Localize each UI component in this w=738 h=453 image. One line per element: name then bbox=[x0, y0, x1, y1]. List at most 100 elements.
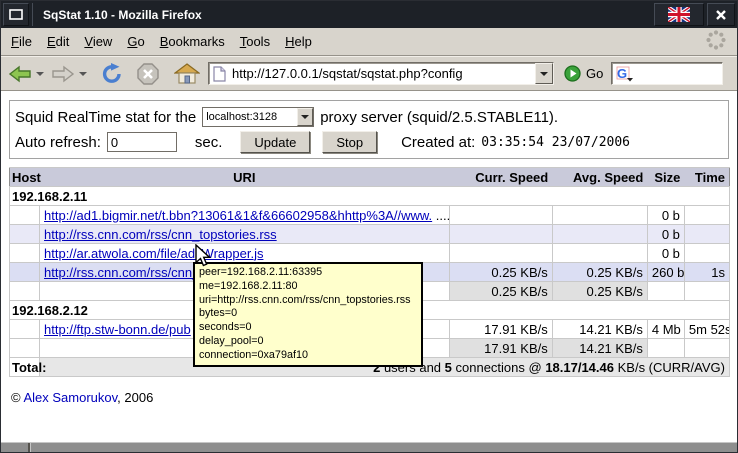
window-title: SqStat 1.10 - Mozilla Firefox bbox=[32, 3, 654, 26]
sec-label: sec. bbox=[195, 134, 223, 151]
total-speed: 18.17/14.46 bbox=[545, 360, 614, 375]
proxy-title-suffix: proxy server (squid/2.5.STABLE11). bbox=[320, 109, 558, 126]
url-dropdown-button[interactable] bbox=[535, 63, 553, 84]
menu-bar: File Edit View Go Bookmarks Tools Help bbox=[1, 28, 737, 56]
curr-speed-cell: 0.25 KB/s bbox=[449, 263, 552, 282]
window-menu-button[interactable] bbox=[3, 3, 29, 26]
search-input[interactable]: G bbox=[611, 62, 723, 85]
copyright-prefix: © bbox=[11, 390, 23, 405]
column-header-uri: URI bbox=[40, 168, 450, 187]
uri-cell: http://rss.cnn.com/rss/cnn_topstories.rs… bbox=[40, 225, 450, 244]
indent-cell bbox=[10, 339, 40, 358]
menu-edit[interactable]: Edit bbox=[47, 34, 69, 49]
copyright-suffix: , 2006 bbox=[117, 390, 153, 405]
time-cell bbox=[684, 339, 729, 358]
update-button[interactable]: Update bbox=[240, 131, 310, 153]
proxy-select-value: localhost:3128 bbox=[203, 111, 297, 123]
avg-speed-cell: 0.25 KB/s bbox=[552, 263, 647, 282]
time-cell: 5m 52s bbox=[684, 320, 729, 339]
tooltip-line: peer=192.168.2.11:63395 bbox=[199, 266, 417, 280]
close-window-button[interactable] bbox=[707, 3, 735, 26]
menu-tools[interactable]: Tools bbox=[240, 34, 270, 49]
reload-icon bbox=[100, 62, 124, 86]
uri-cell: http://ad1.bigmir.net/t.bbn?13061&1&f&66… bbox=[40, 206, 450, 225]
back-history-dropdown[interactable] bbox=[36, 72, 44, 76]
navigation-toolbar: Go G bbox=[1, 56, 737, 91]
window-icon bbox=[9, 9, 23, 20]
uri-link[interactable]: http://rss.cnn.com/rss/cnn_topstories.rs… bbox=[44, 227, 277, 242]
uk-flag-icon bbox=[668, 7, 690, 22]
subtotal-avg-speed: 14.21 KB/s bbox=[552, 339, 647, 358]
indent-cell bbox=[10, 320, 40, 339]
page-footer: © Alex Samorukov, 2006 bbox=[11, 390, 737, 405]
column-header-time: Time bbox=[684, 168, 729, 187]
go-button[interactable]: Go bbox=[564, 65, 603, 82]
total-text: KB/s (CURR/AVG) bbox=[614, 360, 725, 375]
uri-link[interactable]: http://ar.atwola.com/file/adsWrapper.js bbox=[44, 246, 263, 261]
time-cell bbox=[684, 282, 729, 301]
tooltip-line: delay_pool=0 bbox=[199, 335, 417, 349]
menu-file[interactable]: File bbox=[11, 34, 32, 49]
page-icon bbox=[212, 66, 227, 82]
home-button[interactable] bbox=[172, 60, 202, 88]
uri-link[interactable]: http://ftp.stw-bonn.de/pub bbox=[44, 322, 191, 337]
stop-button[interactable] bbox=[134, 60, 162, 88]
home-icon bbox=[174, 62, 200, 86]
proxy-select[interactable]: localhost:3128 bbox=[202, 107, 314, 127]
menu-help[interactable]: Help bbox=[285, 34, 312, 49]
size-cell: 260 b bbox=[647, 263, 684, 282]
column-header-size: Size bbox=[647, 168, 684, 187]
host-row: 192.168.2.11 bbox=[10, 187, 730, 206]
back-button[interactable] bbox=[6, 61, 34, 87]
browser-window: SqStat 1.10 - Mozilla Firefox File Edit Vi… bbox=[0, 0, 738, 453]
avg-speed-cell bbox=[552, 206, 647, 225]
curr-speed-cell bbox=[449, 244, 552, 263]
curr-speed-cell bbox=[449, 225, 552, 244]
connection-row: http://ad1.bigmir.net/t.bbn?13061&1&f&66… bbox=[10, 206, 730, 225]
total-label: Total: bbox=[10, 358, 40, 377]
time-cell bbox=[684, 206, 729, 225]
chevron-down-icon bbox=[540, 72, 548, 76]
author-link[interactable]: Alex Samorukov bbox=[23, 390, 117, 405]
host-address: 192.168.2.11 bbox=[10, 187, 730, 206]
url-input[interactable] bbox=[230, 66, 535, 81]
size-cell: 0 b bbox=[647, 225, 684, 244]
close-icon bbox=[715, 9, 727, 21]
window-bottom-bar bbox=[1, 442, 737, 452]
indent-cell bbox=[10, 263, 40, 282]
google-logo-icon: G bbox=[615, 65, 635, 82]
menu-view[interactable]: View bbox=[84, 34, 112, 49]
menu-bookmarks[interactable]: Bookmarks bbox=[160, 34, 225, 49]
forward-button[interactable] bbox=[49, 61, 77, 87]
tooltip-line: seconds=0 bbox=[199, 321, 417, 335]
reload-button[interactable] bbox=[98, 60, 126, 88]
menu-go[interactable]: Go bbox=[127, 34, 144, 49]
keyboard-layout-button[interactable] bbox=[654, 3, 704, 26]
title-bar: SqStat 1.10 - Mozilla Firefox bbox=[1, 1, 737, 28]
tooltip-line: me=192.168.2.11:80 bbox=[199, 280, 417, 294]
forward-history-dropdown[interactable] bbox=[79, 72, 87, 76]
uri-link[interactable]: http://ad1.bigmir.net/t.bbn?13061&1&f&66… bbox=[44, 208, 432, 223]
time-cell bbox=[684, 244, 729, 263]
refresh-control-line: Auto refresh: sec. Update Stop Created a… bbox=[15, 129, 723, 155]
curr-speed-cell bbox=[449, 206, 552, 225]
subtotal-avg-speed: 0.25 KB/s bbox=[552, 282, 647, 301]
forward-icon bbox=[51, 63, 75, 85]
auto-refresh-input[interactable] bbox=[107, 132, 177, 152]
proxy-select-arrow[interactable] bbox=[297, 108, 313, 126]
tooltip-line: bytes=0 bbox=[199, 307, 417, 321]
table-header-row: HostURICurr. SpeedAvg. SpeedSizeTime bbox=[10, 168, 730, 187]
size-cell: 4 Mb bbox=[647, 320, 684, 339]
resize-grip[interactable] bbox=[1, 443, 30, 452]
tooltip-line: connection=0xa79af10 bbox=[199, 349, 417, 363]
stop-refresh-button[interactable]: Stop bbox=[322, 131, 377, 153]
chevron-down-icon bbox=[301, 115, 309, 119]
mouse-cursor-icon bbox=[195, 244, 211, 267]
connection-row: http://rss.cnn.com/rss/cnn_topstories.rs… bbox=[10, 225, 730, 244]
menu-bar-items: File Edit View Go Bookmarks Tools Help bbox=[11, 34, 327, 49]
connection-tooltip: peer=192.168.2.11:63395me=192.168.2.11:8… bbox=[193, 262, 423, 367]
total-connections: 5 bbox=[445, 360, 452, 375]
subtotal-curr-speed: 17.91 KB/s bbox=[449, 339, 552, 358]
indent-cell bbox=[10, 206, 40, 225]
size-cell bbox=[647, 282, 684, 301]
